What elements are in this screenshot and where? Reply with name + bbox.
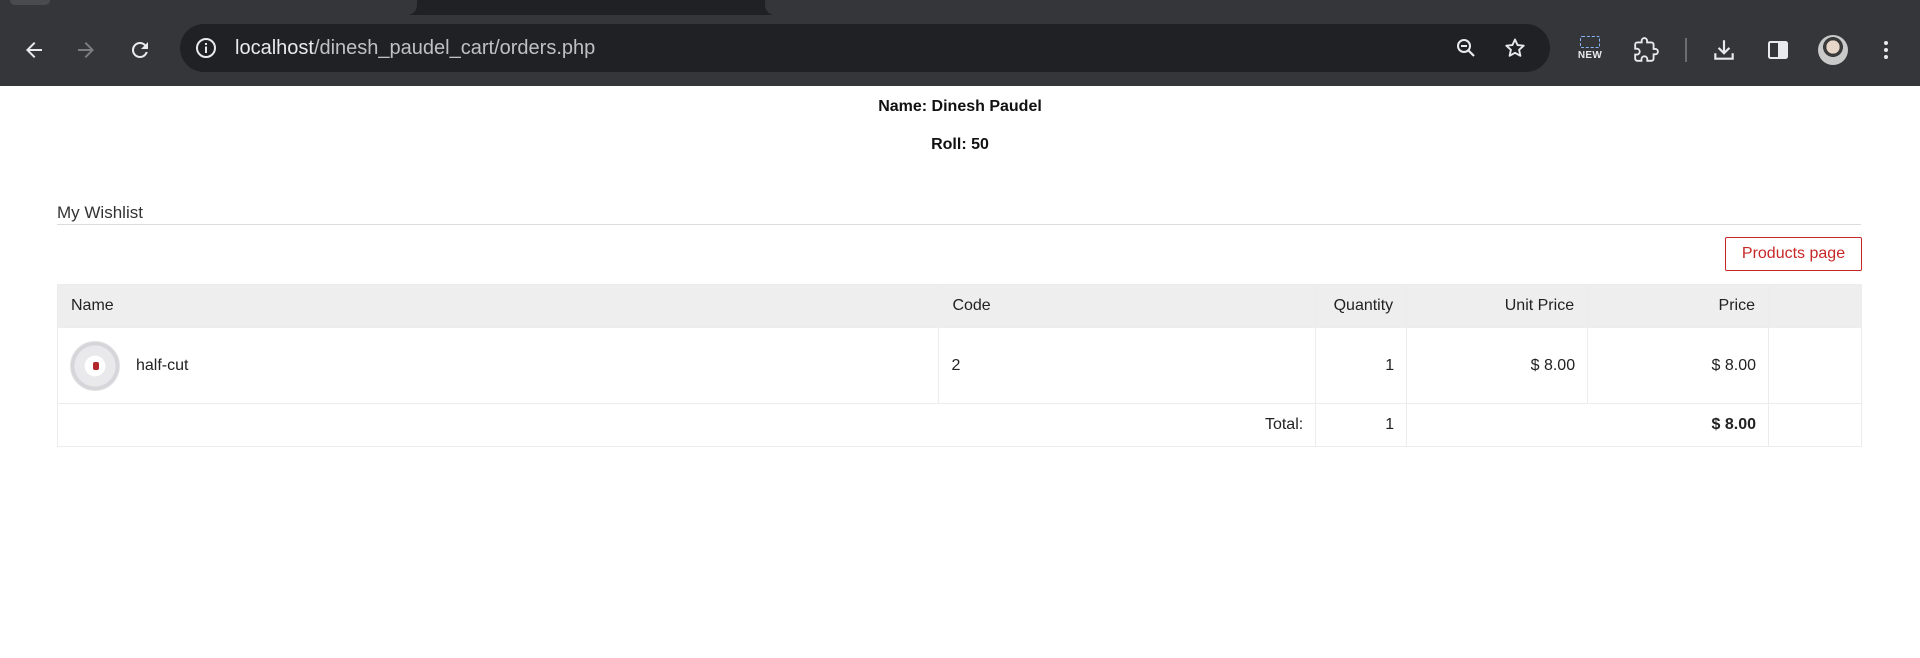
bookmark-button[interactable] [1497, 30, 1533, 66]
forward-button[interactable] [68, 32, 104, 68]
back-button[interactable] [16, 32, 52, 68]
total-quantity: 1 [1315, 403, 1408, 447]
cell-action [1768, 327, 1862, 404]
side-panel-icon [1768, 41, 1788, 59]
tab-strip [0, 0, 1920, 15]
cell-price: $ 8.00 [1587, 327, 1769, 404]
header-name: Name [56, 284, 940, 328]
back-icon [26, 42, 42, 58]
browser-chrome: localhost/dinesh_paudel_cart/orders.php … [0, 0, 1920, 86]
more-menu-button[interactable] [1868, 32, 1904, 68]
site-info-icon[interactable] [194, 36, 218, 60]
heading-divider [57, 224, 1861, 225]
cell-code: 2 [938, 327, 1317, 404]
active-tab[interactable] [0, 0, 417, 15]
total-empty-cell [1768, 403, 1862, 447]
url-path: /dinesh_paudel_cart/orders.php [313, 37, 596, 59]
zoom-button[interactable] [1448, 30, 1484, 66]
bookmark-star-icon [1505, 38, 1525, 57]
product-name: half-cut [136, 356, 189, 374]
toolbar-divider [1685, 38, 1687, 62]
total-label: Total: [56, 403, 1317, 447]
extensions-icon [1634, 37, 1659, 62]
zoom-icon [1457, 39, 1475, 57]
header-quantity: Quantity [1315, 284, 1408, 328]
new-badge-label: NEW [1577, 49, 1603, 61]
cell-unit-price: $ 8.00 [1406, 327, 1589, 404]
download-button[interactable] [1706, 32, 1742, 68]
address-bar[interactable]: localhost/dinesh_paudel_cart/orders.php [180, 24, 1550, 72]
extensions-button[interactable] [1628, 32, 1664, 68]
header-price: Price [1587, 284, 1769, 328]
reload-icon [131, 41, 148, 58]
url-host: localhost [235, 37, 314, 59]
side-panel-button[interactable] [1760, 32, 1796, 68]
more-menu-icon [1884, 41, 1888, 59]
product-thumbnail [70, 340, 120, 391]
page-content: Name: Dinesh Paudel Roll: 50 My Wishlist… [0, 86, 1920, 658]
profile-avatar[interactable] [1818, 35, 1848, 65]
student-name: Name: Dinesh Paudel [878, 98, 1042, 115]
header-unit-price: Unit Price [1406, 284, 1589, 328]
download-icon [1714, 40, 1734, 60]
browser-toolbar: localhost/dinesh_paudel_cart/orders.php … [0, 15, 1920, 86]
cell-quantity: 1 [1315, 327, 1408, 404]
products-page-button[interactable]: Products page [1725, 237, 1862, 271]
forward-icon [78, 42, 94, 58]
header-code: Code [938, 284, 1317, 328]
inactive-tab[interactable] [765, 0, 1920, 15]
table-row: half-cut 2 1 $ 8.00 $ 8.00 [56, 327, 1862, 404]
tab-favicon [10, 0, 50, 5]
header-action [1768, 284, 1862, 328]
cell-name: half-cut [56, 327, 940, 404]
total-price: $ 8.00 [1406, 403, 1769, 447]
url-text[interactable]: localhost/dinesh_paudel_cart/orders.php [235, 24, 595, 72]
lens-new-button[interactable]: NEW [1570, 28, 1610, 68]
table-header-row: Name Code Quantity Unit Price Price [56, 284, 1862, 328]
wishlist-table: Name Code Quantity Unit Price Price half… [56, 284, 1862, 447]
reload-button[interactable] [122, 32, 158, 68]
wishlist-heading: My Wishlist [57, 203, 143, 222]
total-row: Total: 1 $ 8.00 [56, 403, 1862, 447]
lens-new-icon [1580, 35, 1600, 48]
student-roll: Roll: 50 [931, 136, 989, 153]
